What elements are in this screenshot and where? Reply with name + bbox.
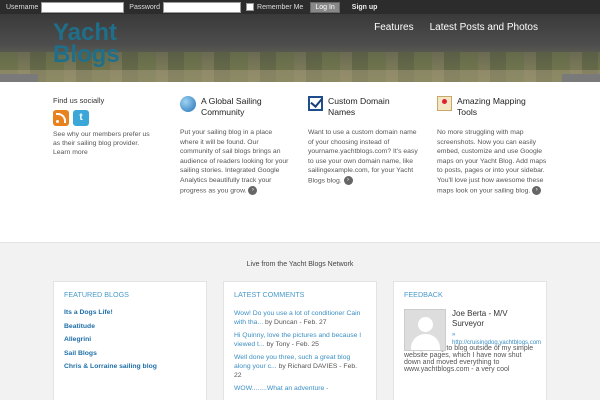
featured-blog-link[interactable]: Beatitude (64, 323, 196, 330)
featured-blog-link[interactable]: Chris & Lorraine sailing blog (64, 363, 196, 370)
logo-line-2: Blogs (53, 41, 120, 68)
feature-global-community: A Global Sailing Community Put your sail… (180, 96, 290, 195)
nav-latest-posts[interactable]: Latest Posts and Photos (430, 22, 538, 33)
feature-body: No more struggling with map screenshots.… (437, 129, 547, 194)
checkbox-icon (308, 96, 323, 111)
featured-blog-link[interactable]: Its a Dogs Life! (64, 309, 196, 316)
live-network-label: Live from the Yacht Blogs Network (246, 261, 354, 268)
latest-comments-panel: LATEST COMMENTS Wow! Do you use a lot of… (223, 281, 377, 400)
panel-title: LATEST COMMENTS (234, 290, 305, 299)
signup-link[interactable]: Sign up (352, 4, 378, 11)
map-icon (437, 96, 452, 111)
remember-me-checkbox[interactable] (246, 3, 255, 11)
feature-custom-domains: Custom Domain Names Want to use a custom… (308, 96, 418, 186)
panel-title: FEEDBACK (404, 290, 443, 299)
comment-meta: by Duncan - Feb. 27 (263, 319, 327, 326)
comment-item: WOW........What an adventure - (234, 384, 366, 393)
comment-meta: by Tony - Feb. 25 (264, 341, 319, 348)
social-block: Find us socially t See why our members p… (53, 96, 153, 157)
more-arrow-icon[interactable]: › (343, 175, 353, 185)
features-section: Find us socially t See why our members p… (0, 82, 600, 242)
social-title: Find us socially (53, 96, 105, 105)
featured-blog-link[interactable]: Sail Blogs (64, 350, 196, 357)
login-bar: Username Password Remember Me Log In Sig… (0, 0, 600, 14)
site-logo[interactable]: Yacht Blogs (53, 21, 120, 68)
more-arrow-icon[interactable]: › (248, 185, 258, 195)
featured-blogs-panel: FEATURED BLOGS Its a Dogs Life! Beatitud… (53, 281, 207, 400)
feature-title: A Global Sailing Community (201, 96, 262, 117)
feature-title: Amazing Mapping Tools (457, 96, 526, 117)
username-input[interactable] (41, 1, 125, 13)
social-description[interactable]: See why our members prefer us as their s… (53, 130, 153, 157)
feature-body: Put your sailing blog in a place where i… (180, 129, 289, 194)
comment-link[interactable]: WOW........What an adventure - (234, 385, 328, 392)
feature-title: Custom Domain Names (328, 96, 390, 117)
featured-blog-link[interactable]: Allegrini (64, 336, 196, 343)
more-arrow-icon[interactable]: › (532, 185, 542, 195)
rss-icon[interactable] (53, 110, 69, 126)
globe-icon (180, 96, 196, 112)
login-button[interactable]: Log In (310, 1, 340, 13)
site-header: Yacht Blogs Features Latest Posts and Ph… (0, 14, 600, 82)
twitter-icon[interactable]: t (73, 110, 89, 126)
panel-title: FEATURED BLOGS (64, 290, 129, 299)
header-haze (0, 70, 600, 82)
remember-me-label: Remember Me (257, 3, 304, 11)
avatar (404, 309, 446, 351)
feature-body: Want to use a custom domain name of your… (308, 129, 418, 185)
slider-left-tab[interactable] (0, 74, 38, 82)
comment-item: Hi Quinny, love the pictures and because… (234, 331, 366, 349)
comment-item: Wow! Do you use a lot of conditioner Cai… (234, 309, 366, 327)
feedback-panel: FEEDBACK Joe Berta - M/V Surveyor » http… (393, 281, 547, 400)
main-nav: Features Latest Posts and Photos (374, 22, 538, 33)
slider-right-tab[interactable] (562, 74, 600, 82)
feedback-author: Joe Berta - M/V Surveyor (452, 309, 508, 328)
network-section: Live from the Yacht Blogs Network FEATUR… (0, 242, 600, 400)
nav-features[interactable]: Features (374, 22, 413, 33)
username-label: Username (6, 3, 39, 11)
feature-mapping-tools: Amazing Mapping Tools No more struggling… (437, 96, 547, 195)
password-input[interactable] (163, 1, 242, 13)
password-label: Password (129, 3, 161, 11)
comment-item: Well done you three, such a great blog a… (234, 353, 366, 380)
